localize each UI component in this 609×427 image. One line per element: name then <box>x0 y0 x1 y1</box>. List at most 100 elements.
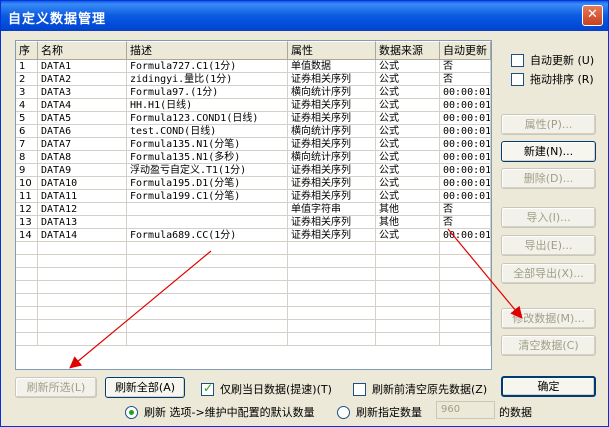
table-cell <box>127 216 288 229</box>
export-button[interactable]: 导出(E)... <box>501 235 596 256</box>
table-row[interactable]: 4 DATA4 HH.H1(日线) 证券相关序列 公式 00:00:01 <box>16 99 491 112</box>
table-cell <box>16 320 38 333</box>
table-cell <box>440 307 491 320</box>
table-cell: 公式 <box>376 112 440 125</box>
table-cell: DATA1 <box>38 60 127 73</box>
table-cell <box>127 307 288 320</box>
table-row[interactable]: 12 DATA12 单值字符串 其他否 <box>16 203 491 216</box>
radio-default-label: 刷新 选项->维护中配置的默认数量 <box>144 406 315 419</box>
table-row[interactable]: 3 DATA3 Formula97.(1分) 横向统计序列 公式 00:00:01 <box>16 86 491 99</box>
table-cell: Formula135.N1(多秒) <box>127 151 288 164</box>
table-cell <box>16 307 38 320</box>
dialog-window: 自定义数据管理 ✕ 序名称 描述 属性 数据来源 自动更新 1 DATA1 Formula7… <box>0 0 609 427</box>
table-header: 序名称 描述 属性 数据来源 自动更新 <box>16 41 491 60</box>
table-cell <box>38 268 127 281</box>
close-icon[interactable]: ✕ <box>582 5 603 26</box>
table-row[interactable]: 1 DATA1 Formula727.C1(1分) 单值数据 公式否 <box>16 60 491 73</box>
table-cell: DATA12 <box>38 203 127 216</box>
data-table: 序名称 描述 属性 数据来源 自动更新 1 DATA1 Formula727.C1(1分) 单… <box>15 40 492 370</box>
empty-row <box>16 268 491 281</box>
auto-update-label: 自动更新 (U) <box>530 54 595 67</box>
clear-before-label: 刷新前清空原先数据(Z) <box>372 383 488 396</box>
table-cell <box>38 242 127 255</box>
table-cell <box>127 255 288 268</box>
radio-button[interactable] <box>125 405 138 419</box>
table-row[interactable]: 2 DATA2 zidingyi.量比(1分) 证券相关序列 公式否 <box>16 73 491 86</box>
table-cell <box>288 294 376 307</box>
table-cell <box>288 333 376 346</box>
table-cell <box>376 307 440 320</box>
ok-button[interactable]: 确定 <box>501 376 596 397</box>
table-cell: 12 <box>16 203 38 216</box>
table-cell: DATA10 <box>38 177 127 190</box>
empty-row <box>16 294 491 307</box>
checkbox-box[interactable] <box>201 381 214 396</box>
table-cell: 11 <box>16 190 38 203</box>
table-cell: 浮动盈亏自定义.T1(1分) <box>127 164 288 177</box>
table-cell <box>16 333 38 346</box>
table-cell: 横向统计序列 <box>288 151 376 164</box>
column-header[interactable]: 属性 <box>288 41 376 60</box>
table-row[interactable]: 7 DATA7 Formula135.N1(分笔) 证券相关序列 公式 00:00:01 <box>16 138 491 151</box>
column-header[interactable]: 名称 <box>38 41 127 60</box>
export-all-button[interactable]: 全部导出(X)... <box>501 263 596 284</box>
table-cell: DATA14 <box>38 229 127 242</box>
empty-row <box>16 255 491 268</box>
clear-data-button[interactable]: 清空数据(C) <box>501 335 596 356</box>
column-header[interactable]: 描述 <box>127 41 288 60</box>
title-bar[interactable]: 自定义数据管理 ✕ <box>1 1 608 31</box>
radio-default-count[interactable]: 刷新 选项->维护中配置的默认数量 <box>125 404 315 420</box>
table-cell: 6 <box>16 125 38 138</box>
checkbox-box[interactable] <box>353 382 366 396</box>
import-button[interactable]: 导入(I)... <box>501 207 596 228</box>
radio-button[interactable] <box>337 405 350 419</box>
checkbox-box[interactable] <box>511 53 524 67</box>
empty-row <box>16 281 491 294</box>
table-row[interactable]: 9 DATA9 浮动盈亏自定义.T1(1分) 证券相关序列 公式 00:00:01 <box>16 164 491 177</box>
table-row[interactable]: 8 DATA8 Formula135.N1(多秒) 横向统计序列 公式 00:00:01 <box>16 151 491 164</box>
only-today-checkbox[interactable]: 仅刷当日数据(提速)(T) <box>201 381 332 397</box>
table-cell: 00:00:01 <box>440 138 491 151</box>
table-cell <box>440 333 491 346</box>
checkbox-box[interactable] <box>511 72 524 86</box>
clear-before-checkbox[interactable]: 刷新前清空原先数据(Z) <box>353 381 487 397</box>
table-cell <box>127 242 288 255</box>
table-cell: DATA4 <box>38 99 127 112</box>
table-row[interactable]: 6 DATA6 test.COND(日线) 横向统计序列 公式 00:00:01 <box>16 125 491 138</box>
table-cell: 4 <box>16 99 38 112</box>
table-row[interactable]: 11 DATA11 Formula199.C1(分笔) 证券相关序列 公式 00:00:0… <box>16 190 491 203</box>
column-header[interactable]: 自动更新 <box>440 41 491 60</box>
delete-button[interactable]: 删除(D)... <box>501 168 596 189</box>
table-cell: 否 <box>440 216 491 229</box>
column-header[interactable]: 序 <box>16 41 38 60</box>
table-cell: 00:00:01 <box>440 190 491 203</box>
table-cell <box>376 333 440 346</box>
drag-sort-checkbox[interactable]: 拖动排序 (R) <box>511 71 594 87</box>
radio-custom-count[interactable]: 刷新指定数量 <box>337 404 422 420</box>
table-cell <box>288 307 376 320</box>
refresh-selected-button[interactable]: 刷新所选(L) <box>15 377 97 398</box>
table-cell: 证券相关序列 <box>288 190 376 203</box>
table-row[interactable]: 5 DATA5 Formula123.COND1(日线) 证券相关序列 公式 00:00:… <box>16 112 491 125</box>
count-input[interactable]: 960 <box>436 401 495 419</box>
table-cell <box>38 255 127 268</box>
new-button[interactable]: 新建(N)... <box>501 141 596 162</box>
table-cell: DATA11 <box>38 190 127 203</box>
refresh-all-button[interactable]: 刷新全部(A) <box>105 377 185 398</box>
table-cell <box>376 268 440 281</box>
table-row[interactable]: 13 DATA13 证券相关序列 其他否 <box>16 216 491 229</box>
table-cell <box>38 333 127 346</box>
table-cell: 公式 <box>376 151 440 164</box>
table-row[interactable]: 14 DATA14 Formula689.CC(1分) 证券相关序列 公式 00:00:0… <box>16 229 491 242</box>
column-header[interactable]: 数据来源 <box>376 41 440 60</box>
table-cell <box>16 242 38 255</box>
table-cell: 证券相关序列 <box>288 164 376 177</box>
table-cell <box>288 242 376 255</box>
properties-button[interactable]: 属性(P)... <box>501 114 596 135</box>
table-cell: DATA3 <box>38 86 127 99</box>
auto-update-checkbox[interactable]: 自动更新 (U) <box>511 52 594 68</box>
modify-data-button[interactable]: 修改数据(M)... <box>501 308 596 329</box>
table-cell: 证券相关序列 <box>288 99 376 112</box>
window-title: 自定义数据管理 <box>8 12 107 27</box>
table-row[interactable]: 10 DATA10 Formula195.D1(分笔) 证券相关序列 公式 00:00:0… <box>16 177 491 190</box>
